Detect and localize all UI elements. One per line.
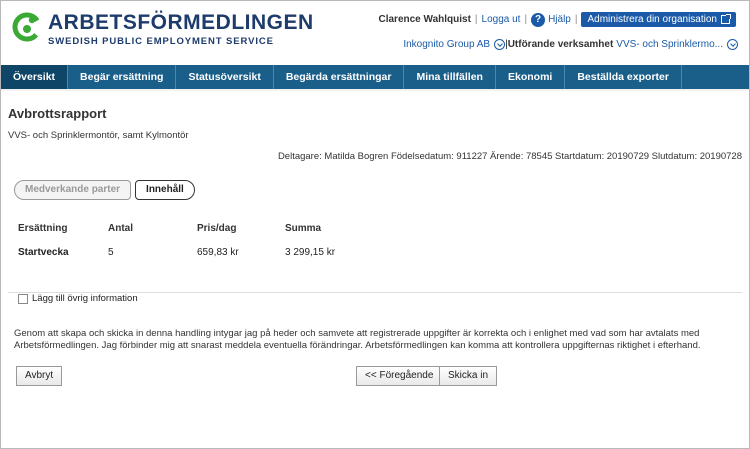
table-cell: 5 <box>108 246 114 258</box>
admin-organisation-button[interactable]: Administrera din organisation <box>581 12 736 27</box>
table-header: Ersättning Antal Pris/dag Summa <box>18 216 375 240</box>
organisation-selector[interactable]: Inkognito Group AB <box>403 39 490 50</box>
table-cell: 659,83 kr <box>197 246 239 258</box>
nav-item-oversikt[interactable]: Översikt <box>1 65 69 89</box>
activity-selector[interactable]: VVS- och Sprinklermo... <box>616 39 723 50</box>
step-innehall[interactable]: Innehåll <box>135 180 195 200</box>
participant-info: Deltagare: Matilda Bogren Födelsedatum: … <box>277 151 742 162</box>
table-cell: 3 299,15 kr <box>285 246 336 258</box>
logo-subtitle: SWEDISH PUBLIC EMPLOYMENT SERVICE <box>48 36 274 47</box>
nav-item-ekonomi[interactable]: Ekonomi <box>496 65 566 89</box>
nav-item-mina-tillfallen[interactable]: Mina tillfällen <box>404 65 496 89</box>
page-title: Avbrottsrapport <box>8 106 107 121</box>
logo-mark-icon <box>12 12 42 42</box>
chevron-down-icon[interactable] <box>494 39 506 50</box>
submit-button[interactable]: Skicka in <box>439 366 498 386</box>
help-icon[interactable]: ? <box>531 12 546 27</box>
help-link[interactable]: Hjälp <box>548 14 571 25</box>
nav-item-bestallda-exporter[interactable]: Beställda exporter <box>565 65 682 89</box>
column-header: Ersättning <box>18 222 68 234</box>
extra-info-option[interactable]: Lägg till övrig information <box>18 293 138 304</box>
nav-item-begar-ersattning[interactable]: Begär ersättning <box>68 65 177 89</box>
main-nav: Översikt Begär ersättning Statusöversikt… <box>1 65 749 89</box>
logout-link[interactable]: Logga ut <box>482 14 521 25</box>
admin-button-label: Administrera din organisation <box>587 14 717 25</box>
user-name: Clarence Wahlquist <box>378 14 471 25</box>
column-header: Summa <box>285 222 322 234</box>
column-header: Antal <box>108 222 133 234</box>
cancel-button[interactable]: Avbryt <box>16 366 63 386</box>
extra-info-checkbox[interactable] <box>18 293 28 304</box>
declaration-text: Genom att skapa och skicka in denna hand… <box>14 328 701 351</box>
previous-button[interactable]: << Föregående <box>356 366 443 386</box>
user-bar: Clarence Wahlquist | Logga ut | ? Hjälp … <box>378 12 736 27</box>
compensation-table: Ersättning Antal Pris/dag Summa Startvec… <box>18 216 375 264</box>
page-subtitle: VVS- och Sprinklermontör, samt Kylmontör <box>8 130 189 141</box>
activity-label: Utförande verksamhet <box>507 39 614 50</box>
nav-divider <box>1 89 749 91</box>
table-cell: Startvecka <box>18 246 69 258</box>
column-header: Pris/dag <box>197 222 237 234</box>
extra-info-label: Lägg till övrig information <box>32 293 138 304</box>
table-row: Startvecka 5 659,83 kr 3 299,15 kr <box>18 240 375 264</box>
separator: | <box>574 14 578 25</box>
separator: | <box>474 14 478 25</box>
external-link-icon <box>721 14 731 24</box>
step-medverkande-parter[interactable]: Medverkande parter <box>14 180 132 200</box>
chevron-down-icon[interactable] <box>727 39 738 50</box>
nav-item-statusoversikt[interactable]: Statusöversikt <box>176 65 274 89</box>
logo[interactable]: ARBETSFÖRMEDLINGEN SWEDISH PUBLIC EMPLOY… <box>12 12 314 47</box>
wizard-steps: Medverkande parter Innehåll <box>14 180 195 200</box>
nav-item-begarda-ersattningar[interactable]: Begärda ersättningar <box>274 65 405 89</box>
logo-name: ARBETSFÖRMEDLINGEN <box>48 11 314 34</box>
separator: | <box>524 14 528 25</box>
organisation-bar: Inkognito Group AB | Utförande verksamhe… <box>403 39 738 50</box>
